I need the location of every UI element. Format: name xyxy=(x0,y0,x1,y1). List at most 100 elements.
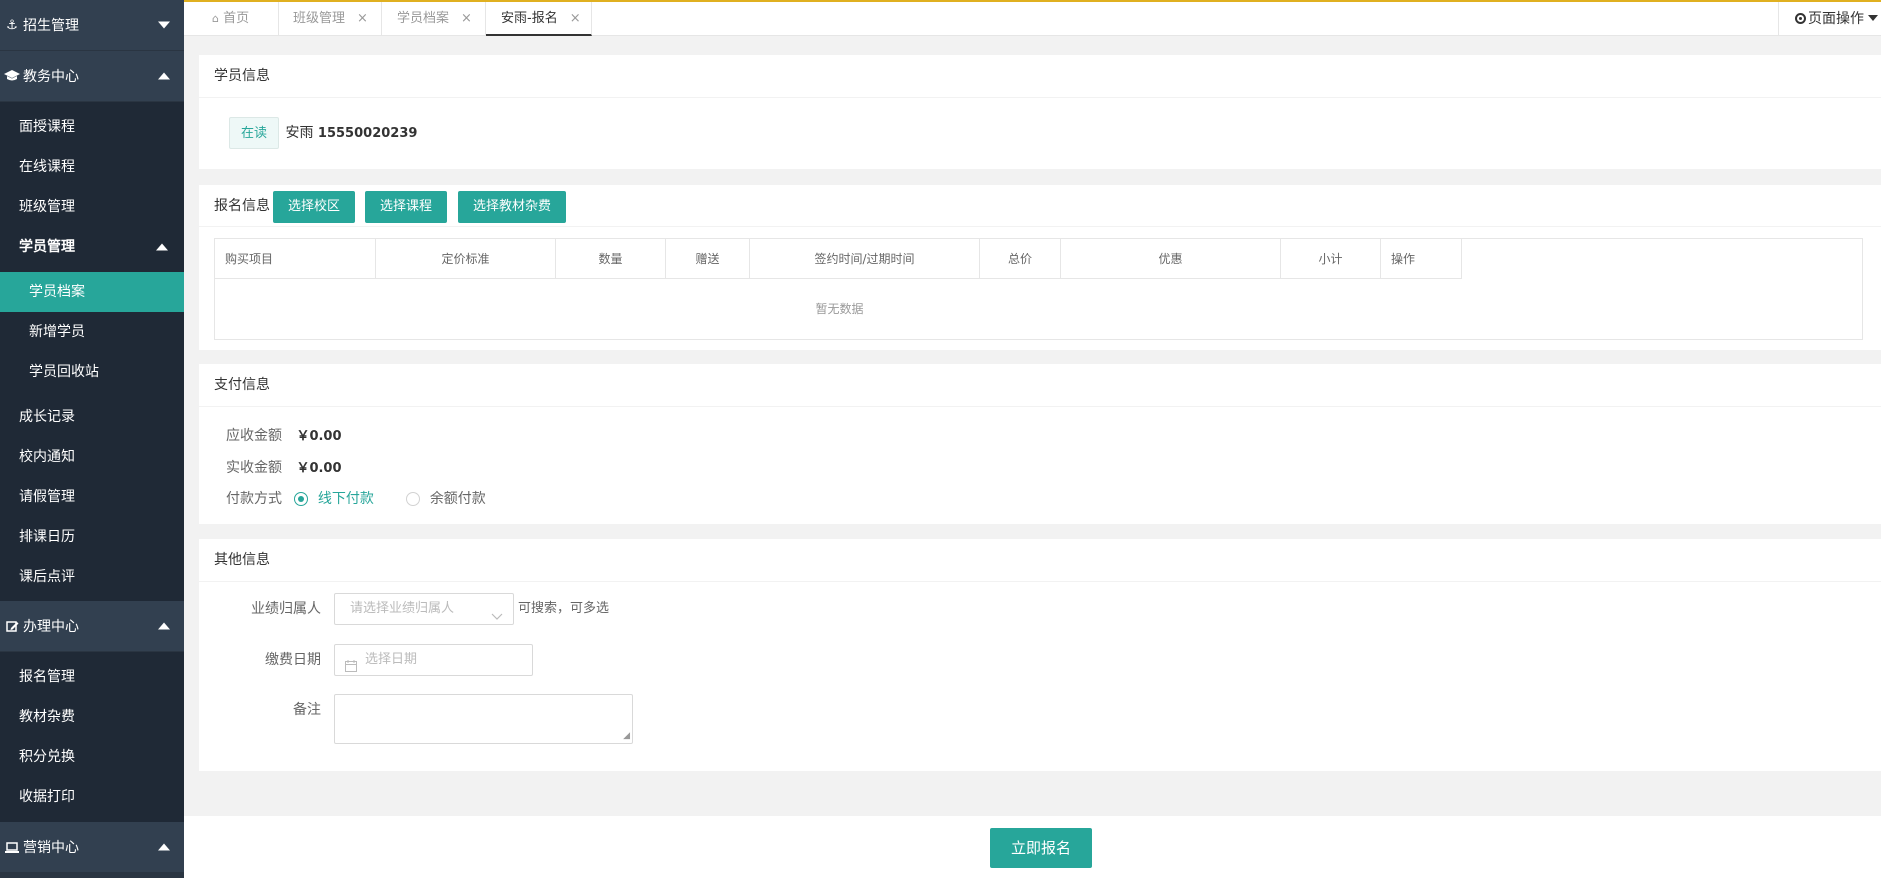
graduation-cap-icon xyxy=(4,70,20,82)
student-name: 安雨 xyxy=(285,125,314,141)
col-total: 总价 xyxy=(979,238,1061,279)
sidebar-group-academic[interactable]: 教务中心 xyxy=(0,51,184,101)
sidebar-item-label: 学员管理 xyxy=(19,239,75,255)
receivable-row: 应收金额 ￥0.00 xyxy=(226,425,342,445)
page-operations-dropdown[interactable]: 页面操作 xyxy=(1778,2,1881,36)
performance-label: 业绩归属人 xyxy=(251,601,321,617)
circle-dot-icon xyxy=(1795,13,1806,24)
col-sign-time: 签约时间/过期时间 xyxy=(749,238,980,279)
close-icon[interactable]: × xyxy=(570,11,581,26)
home-icon: ⌂ xyxy=(212,12,219,25)
col-qty: 数量 xyxy=(555,238,666,279)
sidebar-item-school-notice[interactable]: 校内通知 xyxy=(0,437,184,477)
sidebar-item-label: 在线课程 xyxy=(19,159,75,175)
tab-student-archive[interactable]: 学员档案 × xyxy=(382,2,486,36)
chevron-down-icon xyxy=(158,21,170,29)
radio-unchecked-icon xyxy=(406,492,421,506)
select-materials-button[interactable]: 选择教材杂费 xyxy=(458,191,567,223)
col-subtotal: 小计 xyxy=(1280,238,1381,279)
edit-icon xyxy=(4,620,20,633)
chevron-down-icon xyxy=(491,603,503,633)
tab-label: 首页 xyxy=(223,11,250,26)
select-placeholder: 请选择业绩归属人 xyxy=(350,601,455,616)
sidebar-item-schedule-calendar[interactable]: 排课日历 xyxy=(0,517,184,557)
close-icon[interactable]: × xyxy=(357,11,368,26)
sidebar-item-new-student[interactable]: 新增学员 xyxy=(0,312,184,352)
sidebar-group-marketing[interactable]: 营销中心 xyxy=(0,822,184,872)
sidebar-item-label: 校内通知 xyxy=(19,449,75,465)
tab-enroll[interactable]: 安雨-报名 × xyxy=(486,2,592,36)
sidebar-item-student-mgmt[interactable]: 学员管理 xyxy=(0,227,184,267)
select-course-button[interactable]: 选择课程 xyxy=(365,191,448,223)
sidebar-group-handling[interactable]: 办理中心 xyxy=(0,601,184,651)
panel-title: 支付信息 xyxy=(199,364,1881,407)
sidebar-item-label: 班级管理 xyxy=(19,199,75,215)
enroll-table: 购买项目 定价标准 数量 赠送 签约时间/过期时间 总价 优惠 小计 操作 xyxy=(214,238,1462,279)
remark-textarea[interactable]: ◢ xyxy=(334,694,633,744)
sidebar-item-enroll-mgmt[interactable]: 报名管理 xyxy=(0,657,184,697)
status-badge: 在读 xyxy=(229,117,280,149)
sidebar-item-student-recycle[interactable]: 学员回收站 xyxy=(0,352,184,392)
sidebar-item-growth-records[interactable]: 成长记录 xyxy=(0,397,184,437)
col-item: 购买项目 xyxy=(214,238,376,279)
close-icon[interactable]: × xyxy=(461,11,472,26)
sidebar-item-class-mgmt[interactable]: 班级管理 xyxy=(0,187,184,227)
enroll-info-panel: 报名信息 选择校区 选择课程 选择教材杂费 购买项目 定价标准 数量 赠送 签约… xyxy=(199,185,1881,350)
sidebar-item-student-archive[interactable]: 学员档案 xyxy=(0,272,184,312)
tab-bar: ⌂ 首页 班级管理 × 学员档案 × 安雨-报名 × 页面操作 xyxy=(184,0,1881,36)
radio-offline[interactable]: 线下付款 xyxy=(294,491,378,507)
submit-enroll-button[interactable]: 立即报名 xyxy=(990,828,1093,868)
sidebar-group-label: 办理中心 xyxy=(23,619,79,635)
sidebar-item-online-courses[interactable]: 在线课程 xyxy=(0,147,184,187)
sidebar-group-label: 营销中心 xyxy=(23,840,79,856)
sidebar: ⚓ 招生管理 教务中心 面授课程 在线课程 班级管理 学员管理 学员档案 新增学… xyxy=(0,0,184,878)
col-gift: 赠送 xyxy=(665,238,750,279)
sidebar-item-leave-mgmt[interactable]: 请假管理 xyxy=(0,477,184,517)
radio-balance[interactable]: 余额付款 xyxy=(406,491,486,507)
table-header-row: 购买项目 定价标准 数量 赠送 签约时间/过期时间 总价 优惠 小计 操作 xyxy=(214,238,1462,279)
pay-date-input[interactable]: 选择日期 xyxy=(334,644,533,676)
sidebar-item-label: 成长记录 xyxy=(19,409,75,425)
received-value: ￥0.00 xyxy=(296,461,342,476)
sidebar-group-enrollment[interactable]: ⚓ 招生管理 xyxy=(0,0,184,50)
sidebar-item-label: 请假管理 xyxy=(19,489,75,505)
sidebar-group-label: 教务中心 xyxy=(23,69,79,85)
receivable-value: ￥0.00 xyxy=(296,429,342,444)
panel-title: 其他信息 xyxy=(199,539,1881,582)
performance-select[interactable]: 请选择业绩归属人 xyxy=(334,593,514,625)
panel-title: 报名信息 xyxy=(214,198,270,214)
sidebar-item-label: 新增学员 xyxy=(29,324,85,340)
page-ops-label: 页面操作 xyxy=(1808,11,1864,27)
sidebar-item-label: 学员档案 xyxy=(29,284,85,300)
sidebar-item-label: 学员回收站 xyxy=(29,364,99,380)
tab-class-mgmt[interactable]: 班级管理 × xyxy=(279,2,382,36)
payment-method-label: 付款方式 xyxy=(226,491,282,507)
sidebar-group-label: 招生管理 xyxy=(23,18,79,34)
resize-handle-icon[interactable]: ◢ xyxy=(623,732,630,741)
sidebar-item-after-class-review[interactable]: 课后点评 xyxy=(0,557,184,597)
tab-label: 安雨-报名 xyxy=(501,11,558,26)
sidebar-item-materials-fees[interactable]: 教材杂费 xyxy=(0,697,184,737)
sidebar-item-receipt-print[interactable]: 收据打印 xyxy=(0,777,184,817)
student-phone: 15550020239 xyxy=(317,126,418,141)
tab-label: 班级管理 xyxy=(293,11,346,26)
sidebar-item-label: 收据打印 xyxy=(19,789,75,805)
received-row: 实收金额 ￥0.00 xyxy=(226,457,342,477)
col-discount: 优惠 xyxy=(1060,238,1281,279)
sidebar-item-points-exchange[interactable]: 积分兑换 xyxy=(0,737,184,777)
footer-bar: 立即报名 xyxy=(184,816,1881,878)
panel-title: 学员信息 xyxy=(199,55,1881,98)
sidebar-handling-list: 报名管理 教材杂费 积分兑换 收据打印 xyxy=(0,652,184,822)
other-info-panel: 其他信息 业绩归属人 请选择业绩归属人 可搜索，可多选 缴费日期 选择日期 备注… xyxy=(199,539,1881,771)
col-price: 定价标准 xyxy=(375,238,556,279)
sidebar-item-label: 排课日历 xyxy=(19,529,75,545)
select-campus-button[interactable]: 选择校区 xyxy=(273,191,356,223)
radio-checked-icon xyxy=(294,492,309,506)
radio-label: 线下付款 xyxy=(317,491,374,507)
sidebar-item-label: 教材杂费 xyxy=(19,709,75,725)
chevron-up-icon xyxy=(156,243,168,251)
date-placeholder: 选择日期 xyxy=(365,652,418,667)
sidebar-item-face-courses[interactable]: 面授课程 xyxy=(0,107,184,147)
tab-home[interactable]: ⌂ 首页 xyxy=(184,2,279,36)
sidebar-item-label: 课后点评 xyxy=(19,569,75,585)
